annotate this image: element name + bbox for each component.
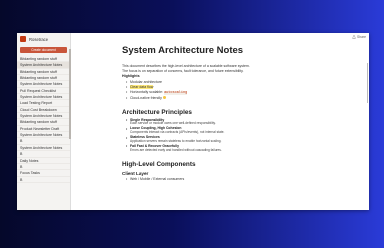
app-logo-icon	[20, 36, 26, 42]
share-button[interactable]: Share	[352, 35, 366, 39]
principle-desc: Components interact via contracts (APIs/…	[130, 130, 225, 135]
share-icon	[352, 35, 356, 39]
client-layer-heading: Client Layer	[122, 170, 149, 176]
client-layer-list: Web / Mobile / External consumers	[126, 177, 332, 182]
principle-item: Single Responsibility Each service or mo…	[126, 118, 332, 127]
highlight-item: Cloud-native friendly	[126, 95, 332, 101]
principles-list: Single Responsibility Each service or mo…	[126, 118, 332, 153]
app-window: Rosetrace Create document Bitdanting ran…	[17, 33, 369, 210]
principle-item: Loose Coupling, High Cohesion Components…	[126, 127, 332, 135]
highlights-list: Modular architecture Clear data flow Hor…	[126, 80, 332, 101]
note-list-item[interactable]: B	[17, 177, 70, 183]
client-layer-item: Web / Mobile / External consumers	[126, 177, 332, 182]
app-name: Rosetrace	[29, 36, 49, 42]
note-list: Bitdanting random stuff System Architect…	[17, 56, 70, 210]
sidebar-header: Rosetrace	[17, 33, 70, 45]
principle-item: Fail Fast & Recover Gracefully Errors ar…	[126, 144, 332, 153]
components-heading: High-Level Components	[122, 160, 196, 168]
principle-desc: Errors are detected early and handled wi…	[130, 147, 222, 152]
sidebar: Rosetrace Create document Bitdanting ran…	[17, 33, 71, 210]
document-pane: Share System Architecture Notes This doc…	[71, 33, 369, 210]
create-document-button[interactable]: Create document	[20, 47, 67, 53]
principle-item: Stateless Services Application servers r…	[126, 135, 332, 144]
smile-emoji-icon	[162, 95, 167, 100]
share-label: Share	[356, 35, 366, 39]
intro-line-2: The focus is on separation of concerns, …	[122, 68, 244, 73]
principles-heading: Architecture Principles	[122, 108, 192, 116]
inline-code: autoscaling	[164, 90, 188, 95]
document-scrollbar[interactable]	[366, 63, 368, 103]
highlights-label: Highlights	[122, 74, 140, 79]
highlighted-text: Clear data flow	[130, 84, 154, 89]
document-title: System Architecture Notes	[122, 45, 244, 56]
document-content[interactable]: System Architecture Notes This document …	[122, 45, 332, 181]
